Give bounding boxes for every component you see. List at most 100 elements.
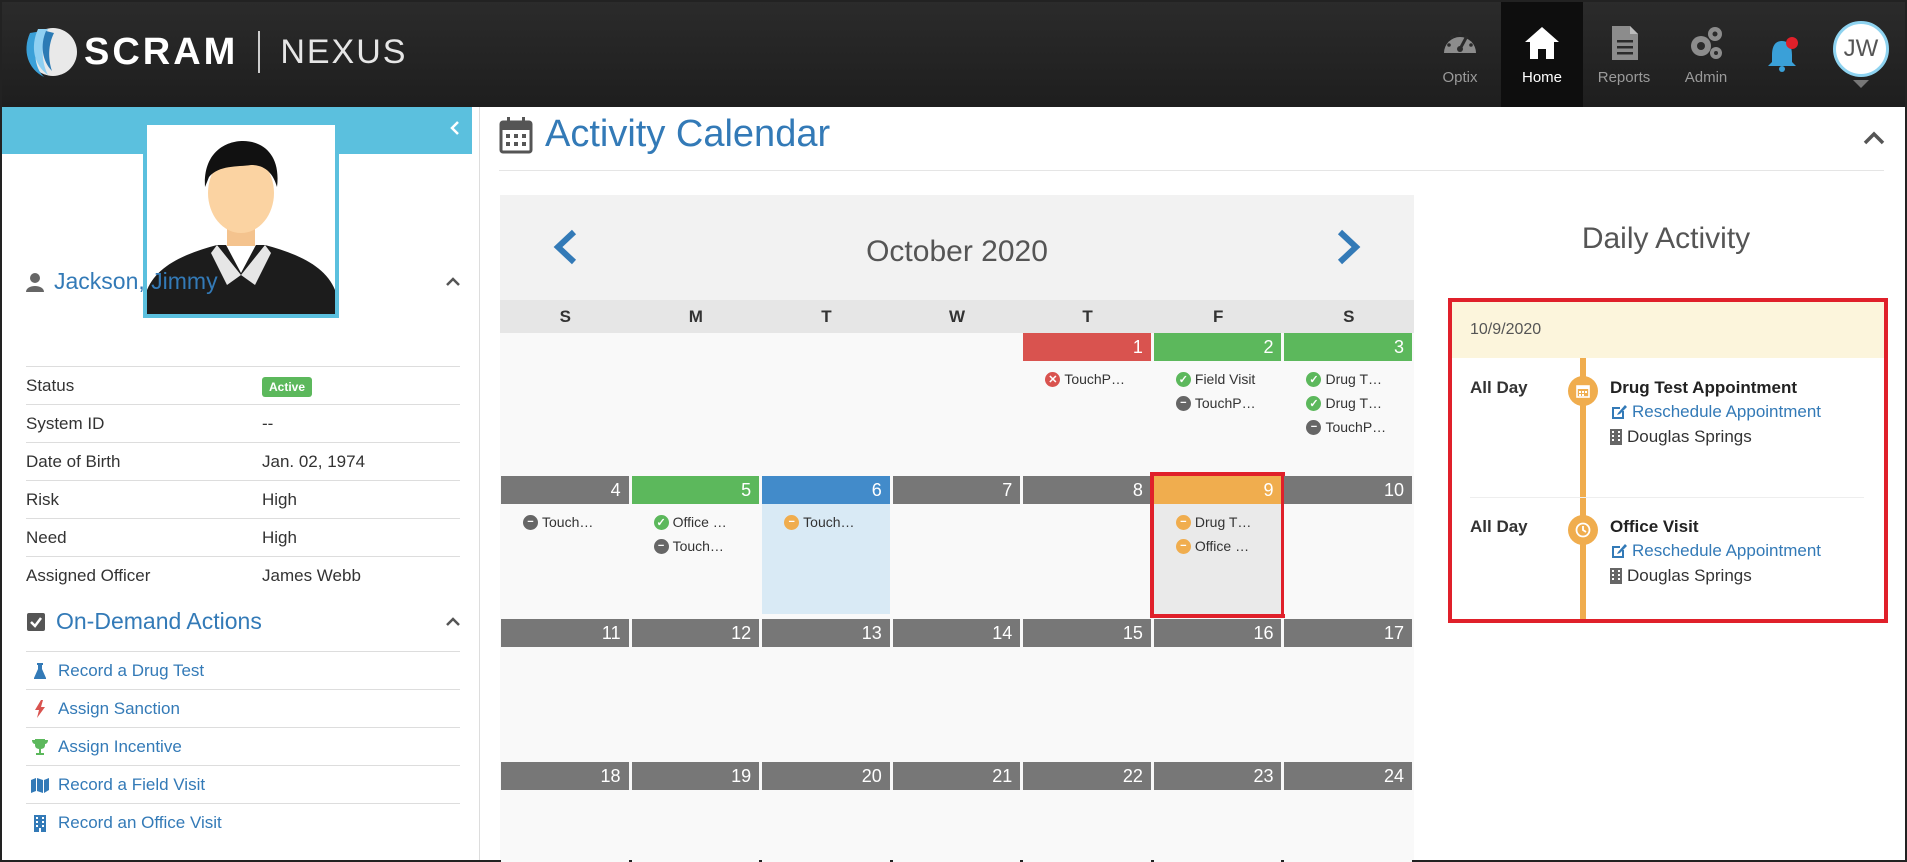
- on-demand-collapse[interactable]: [446, 611, 460, 632]
- nav-admin-label: Admin: [1684, 69, 1728, 86]
- flask-icon: [34, 662, 46, 679]
- day-number: 7: [892, 476, 1021, 504]
- calendar-day-inner: 21: [892, 762, 1021, 862]
- daily-date: 10/9/2020: [1452, 302, 1884, 358]
- calendar-day[interactable]: 17: [1283, 619, 1414, 757]
- selected-day-highlight: [1149, 472, 1286, 618]
- calendar-day-inner: 4 − Touch…: [501, 476, 629, 614]
- calendar-day[interactable]: 15: [1022, 619, 1153, 757]
- calendar-day-empty: [500, 333, 631, 471]
- calendar-day[interactable]: 3 ✓ Drug T… ✓ Drug T… − TouchP…: [1283, 333, 1414, 471]
- calendar-day[interactable]: 19: [631, 762, 762, 862]
- clock-icon: [1568, 515, 1598, 545]
- assign-incentive-action[interactable]: Assign Incentive: [26, 727, 460, 765]
- calendar-day[interactable]: 20: [761, 762, 892, 862]
- record-field-visit-action[interactable]: Record a Field Visit: [26, 765, 460, 803]
- record-drug-test-action[interactable]: Record a Drug Test: [26, 651, 460, 689]
- calendar-day-inner: 17: [1284, 619, 1413, 757]
- calendar-day[interactable]: 13: [761, 619, 892, 757]
- calendar-day-inner: 19: [631, 762, 760, 862]
- calendar-day[interactable]: 8: [1022, 476, 1153, 614]
- chevron-right-icon: [1337, 229, 1361, 265]
- calendar-collapse-button[interactable]: [1863, 125, 1885, 151]
- calendar-event[interactable]: ✓ Office …: [632, 510, 760, 534]
- entry-title: Office Visit: [1610, 517, 1699, 536]
- user-menu[interactable]: JW: [1817, 2, 1905, 107]
- day-number: 15: [1023, 619, 1151, 647]
- next-month-button[interactable]: [1336, 229, 1362, 270]
- assigned-officer-link[interactable]: James Webb: [262, 566, 361, 586]
- client-name[interactable]: Jackson, Jimmy: [54, 268, 218, 295]
- event-label: Drug T…: [1325, 371, 1383, 387]
- action-label: Assign Incentive: [58, 736, 182, 756]
- nav-reports[interactable]: Reports: [1583, 2, 1665, 107]
- event-status-icon: −: [1306, 419, 1322, 435]
- page-title: Activity Calendar: [499, 113, 830, 156]
- calendar-week: 11 12 13 14 15 16 17: [500, 619, 1414, 757]
- nav-optix[interactable]: Optix: [1419, 2, 1501, 107]
- nav-home[interactable]: Home: [1501, 2, 1583, 107]
- entry-title: Drug Test Appointment: [1610, 378, 1797, 397]
- calendar-day[interactable]: 6 − Touch…: [761, 476, 892, 614]
- calendar-day[interactable]: 4 − Touch…: [500, 476, 631, 614]
- event-label: Field Visit: [1194, 371, 1256, 387]
- info-row-need: Need High: [26, 518, 460, 556]
- chevron-up-icon: [446, 617, 460, 626]
- event-label: Drug T…: [1325, 395, 1383, 411]
- day-number: [762, 333, 890, 361]
- calendar-event[interactable]: ✓ Drug T…: [1284, 391, 1412, 415]
- reschedule-appointment-link[interactable]: Reschedule Appointment: [1610, 541, 1821, 561]
- scram-nexus-logo[interactable]: SCRAM NEXUS: [20, 22, 407, 82]
- calendar-day[interactable]: 18: [500, 762, 631, 862]
- nav-home-label: Home: [1521, 69, 1562, 86]
- main-content: Activity Calendar October 2020 S M T W T…: [481, 107, 1905, 862]
- action-label: Assign Sanction: [58, 698, 180, 718]
- document-icon: [1612, 26, 1638, 60]
- calendar-day[interactable]: 10: [1283, 476, 1414, 614]
- calendar-day[interactable]: 21: [892, 762, 1023, 862]
- client-section-collapse[interactable]: [446, 271, 460, 292]
- day-number: 4: [501, 476, 629, 504]
- calendar-day[interactable]: 22: [1022, 762, 1153, 862]
- event-status-icon: ✓: [653, 514, 669, 530]
- event-status-icon: ✓: [1306, 395, 1322, 411]
- day-events: [1023, 504, 1151, 614]
- client-info-table: Status Active System ID -- Date of Birth…: [26, 366, 460, 594]
- sidebar-collapse-button[interactable]: [450, 119, 460, 140]
- calendar-day[interactable]: 23: [1153, 762, 1284, 862]
- calendar-event[interactable]: − Touch…: [632, 534, 760, 558]
- action-label: Record a Drug Test: [58, 660, 205, 680]
- info-value: High: [262, 489, 297, 509]
- calendar-day[interactable]: 11: [500, 619, 631, 757]
- calendar-event[interactable]: − Touch…: [501, 510, 629, 534]
- on-demand-title: On-Demand Actions: [56, 608, 262, 634]
- record-office-visit-action[interactable]: Record an Office Visit: [26, 803, 460, 841]
- day-events: [1284, 504, 1412, 614]
- event-status-icon: −: [653, 538, 669, 554]
- day-events: ✓ Drug T… ✓ Drug T… − TouchP…: [1284, 361, 1412, 471]
- edit-icon: [1612, 544, 1627, 558]
- notifications-button[interactable]: [1747, 2, 1817, 107]
- calendar-day[interactable]: 9− Drug T… − Office …: [1149, 472, 1286, 618]
- calendar-event[interactable]: − TouchP…: [1284, 415, 1412, 439]
- calendar-day[interactable]: 12: [631, 619, 762, 757]
- calendar-day[interactable]: 1 ✕ TouchP…: [1022, 333, 1153, 471]
- calendar-day[interactable]: 24: [1283, 762, 1414, 862]
- nav-admin[interactable]: Admin: [1665, 2, 1747, 107]
- calendar-event[interactable]: ✓ Drug T…: [1284, 367, 1412, 391]
- reschedule-appointment-link[interactable]: Reschedule Appointment: [1610, 402, 1821, 422]
- calendar-day[interactable]: 7: [892, 476, 1023, 614]
- calendar-event[interactable]: − Touch…: [762, 510, 890, 534]
- event-label: TouchP…: [1064, 371, 1126, 387]
- calendar-event[interactable]: ✓ Field Visit: [1154, 367, 1282, 391]
- weekday-label: T: [821, 307, 832, 326]
- calendar-event[interactable]: − TouchP…: [1154, 391, 1282, 415]
- entry-location: Douglas Springs: [1610, 566, 1752, 586]
- calendar-day[interactable]: 14: [892, 619, 1023, 757]
- assign-sanction-action[interactable]: Assign Sanction: [26, 689, 460, 727]
- calendar-day[interactable]: 5 ✓ Office … − Touch…: [631, 476, 762, 614]
- calendar-event[interactable]: ✕ TouchP…: [1023, 367, 1151, 391]
- calendar-day[interactable]: 16: [1153, 619, 1284, 757]
- calendar-day[interactable]: 2 ✓ Field Visit − TouchP…: [1153, 333, 1284, 471]
- info-label: Date of Birth: [26, 451, 121, 471]
